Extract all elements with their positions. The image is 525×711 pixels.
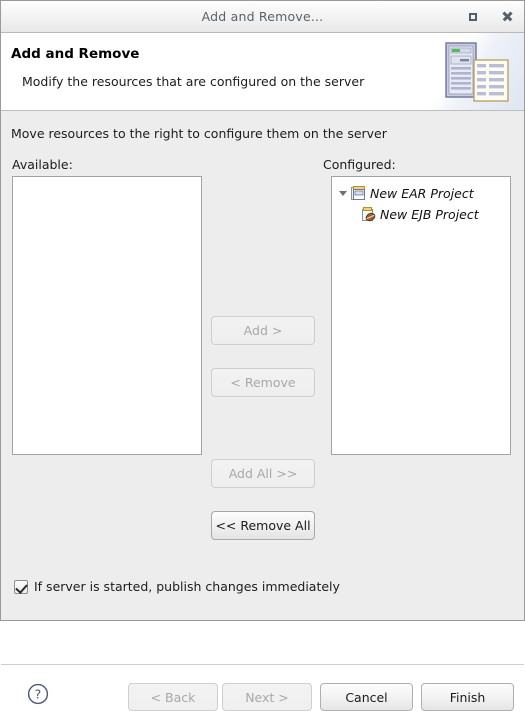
available-label: Available: bbox=[12, 157, 73, 172]
add-and-remove-dialog: Add and Remove... Add and Remove Modify … bbox=[0, 0, 525, 711]
remove-button[interactable]: < Remove bbox=[211, 368, 315, 397]
window-controls bbox=[466, 1, 514, 32]
publish-immediately-label: If server is started, publish changes im… bbox=[34, 579, 340, 594]
next-button[interactable]: Next > bbox=[222, 683, 312, 711]
ear-archive-icon bbox=[350, 185, 367, 202]
page-subtitle: Modify the resources that are configured… bbox=[22, 74, 365, 89]
tree-row[interactable]: New EJB Project bbox=[332, 204, 510, 225]
maximize-icon[interactable] bbox=[466, 10, 480, 24]
available-list[interactable] bbox=[12, 176, 202, 455]
configured-label: Configured: bbox=[323, 157, 396, 172]
title-bar: Add and Remove... bbox=[1, 1, 524, 33]
configured-tree[interactable]: New EAR Project New EJB Project bbox=[331, 176, 511, 455]
server-and-document-icon bbox=[444, 40, 516, 103]
publish-immediately-row[interactable]: If server is started, publish changes im… bbox=[14, 579, 340, 594]
footer-separator bbox=[1, 664, 524, 665]
tree-row[interactable]: New EAR Project bbox=[332, 183, 510, 204]
dialog-body: Move resources to the right to configure… bbox=[1, 111, 524, 711]
back-button[interactable]: < Back bbox=[128, 683, 218, 711]
close-icon[interactable] bbox=[500, 10, 514, 24]
finish-button[interactable]: Finish bbox=[421, 683, 514, 711]
remove-all-button[interactable]: << Remove All bbox=[211, 511, 315, 540]
ejb-bean-icon bbox=[360, 206, 377, 223]
add-all-button[interactable]: Add All >> bbox=[211, 459, 315, 488]
tree-item-label: New EJB Project bbox=[380, 207, 479, 222]
page-title: Add and Remove bbox=[11, 46, 140, 62]
chevron-down-icon[interactable] bbox=[336, 187, 350, 201]
instruction-text: Move resources to the right to configure… bbox=[11, 126, 387, 141]
tree-item-label: New EAR Project bbox=[370, 186, 474, 201]
cancel-button[interactable]: Cancel bbox=[320, 683, 413, 711]
svg-text:?: ? bbox=[35, 687, 42, 702]
window-title: Add and Remove... bbox=[201, 9, 324, 24]
help-question-icon[interactable]: ? bbox=[27, 683, 49, 705]
dialog-header: Add and Remove Modify the resources that… bbox=[1, 33, 524, 111]
publish-immediately-checkbox[interactable] bbox=[14, 579, 28, 594]
add-button[interactable]: Add > bbox=[211, 316, 315, 345]
